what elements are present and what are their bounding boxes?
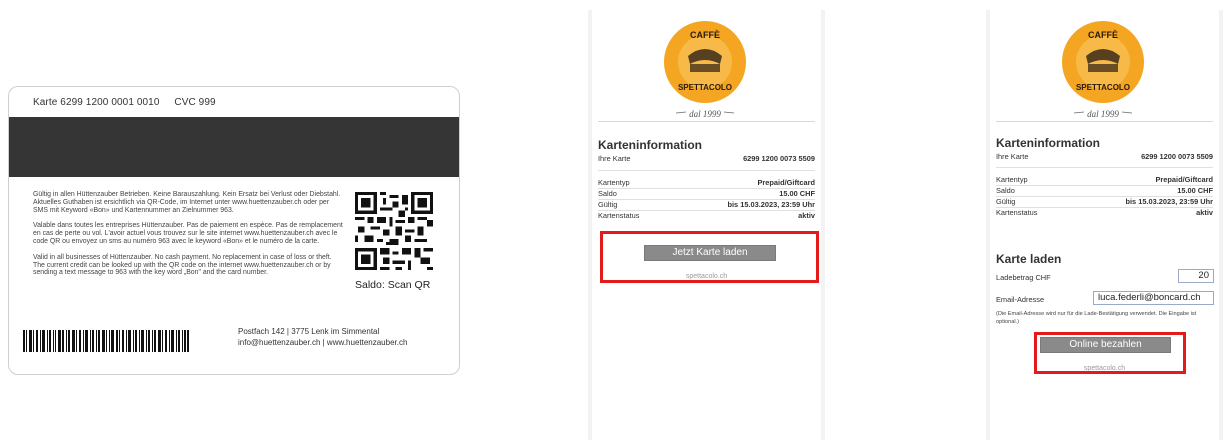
row-label: Saldo [598,189,617,198]
row-value: 6299 1200 0073 5509 [743,154,815,163]
row-valid: Gültig bis 15.03.2023, 23:59 Uhr [598,200,815,211]
section-title-card-info: Karteninformation [598,138,703,152]
caffe-spettacolo-logo: CAFFÈ SPETTACOLO dal 1999 [664,21,746,119]
logo-top-text: CAFFÈ [1088,30,1118,40]
row-card-status: Kartenstatus aktiv [996,208,1213,218]
divider [996,167,1213,168]
row-label: Saldo [996,186,1015,195]
logo-arc-text: SPETTACOLO [678,83,732,92]
card-address: Postfach 142 | 3775 Lenk im Simmental in… [238,327,407,348]
divider [996,121,1213,122]
row-label: Ihre Karte [996,152,1029,161]
row-value: 6299 1200 0073 5509 [1141,152,1213,161]
row-balance: Saldo 15.00 CHF [598,189,815,200]
row-label: Kartenstatus [996,208,1038,217]
divider [598,121,815,122]
logo-arc-text: SPETTACOLO [1076,83,1130,92]
row-label: Gültig [598,200,618,209]
row-card-status: Kartenstatus aktiv [598,211,815,221]
row-value: aktiv [798,211,815,220]
row-value: 15.00 CHF [1177,186,1213,195]
terms-de: Gültig in allen Hüttenzauber Betrieben. … [33,191,341,214]
logo-top-text: CAFFÈ [690,30,720,40]
row-balance: Saldo 15.00 CHF [996,186,1213,197]
row-your-card: Ihre Karte 6299 1200 0073 5509 [598,154,815,164]
row-label: Gültig [996,197,1016,206]
gift-card-back: Karte 6299 1200 0001 0010 CVC 999 Gültig… [8,86,460,375]
row-label: Ihre Karte [598,154,631,163]
row-label: Kartentyp [996,175,1028,184]
card-cvc: CVC 999 [174,97,216,108]
row-value: aktiv [1196,208,1213,217]
saldo-qr-label: Saldo: Scan QR [355,279,431,291]
row-value: Prepaid/Giftcard [757,178,816,187]
row-card-type: Kartentyp Prepaid/Giftcard [598,178,815,189]
amount-label: Ladebetrag CHF [996,273,1051,282]
row-value: bis 15.03.2023, 23:59 Uhr [1125,197,1213,206]
phone-screen-load-card: CAFFÈ SPETTACOLO dal 1999 Karteninformat… [986,10,1223,440]
address-line-1: Postfach 142 | 3775 Lenk im Simmental [238,327,380,336]
row-value: bis 15.03.2023, 23:59 Uhr [727,200,815,209]
section-title-load-card: Karte laden [996,252,1062,266]
phone-screen-card-info: CAFFÈ SPETTACOLO dal 1999 Karteninformat… [588,10,825,440]
row-label: Kartentyp [598,178,630,187]
email-note: (Die Email-Adresse wird nur für die Lade… [996,311,1197,325]
barcode [23,330,189,352]
row-value: 15.00 CHF [779,189,815,198]
row-value: Prepaid/Giftcard [1155,175,1214,184]
card-number: Karte 6299 1200 0001 0010 [33,97,160,108]
divider [598,170,815,171]
row-valid: Gültig bis 15.03.2023, 23:59 Uhr [996,197,1213,208]
logo-tagline: dal 1999 [689,109,721,119]
magnetic-stripe [9,117,459,177]
amount-input[interactable] [1178,269,1214,283]
row-label: Kartenstatus [598,211,640,220]
row-your-card: Ihre Karte 6299 1200 0073 5509 [996,152,1213,162]
caffe-spettacolo-logo: CAFFÈ SPETTACOLO dal 1999 [1062,21,1144,119]
address-line-2: info@huettenzauber.ch | www.huettenzaube… [238,337,408,347]
screen-content: CAFFÈ SPETTACOLO dal 1999 Karteninformat… [990,10,1219,440]
terms-en: Valid in all businesses of Hüttenzauber.… [33,253,332,277]
card-header: Karte 6299 1200 0001 0010 CVC 999 [33,97,228,108]
terms-fr: Valable dans toutes les entreprises Hütt… [33,222,343,245]
email-input[interactable] [1093,291,1214,305]
logo-tagline: dal 1999 [1087,109,1119,119]
highlight-box [600,231,819,283]
row-card-type: Kartentyp Prepaid/Giftcard [996,175,1213,186]
email-label: Email-Adresse [996,295,1045,304]
section-title-card-info: Karteninformation [996,136,1101,150]
highlight-box [1034,332,1186,374]
card-terms: Gültig in allen Hüttenzauber Betrieben. … [33,191,343,285]
screen-content: CAFFÈ SPETTACOLO dal 1999 Karteninformat… [592,10,821,440]
qr-code[interactable] [355,191,433,271]
